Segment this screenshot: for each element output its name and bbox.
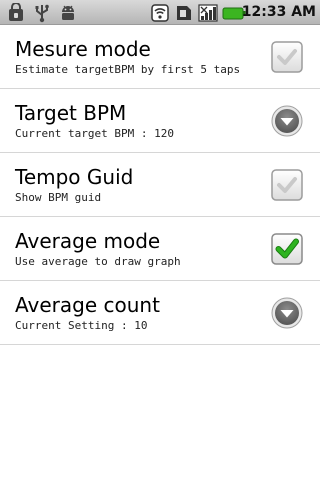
- wifi-icon: [150, 3, 170, 23]
- mesure-mode-checkbox[interactable]: [270, 40, 304, 74]
- setting-title: Average mode: [15, 229, 161, 253]
- setting-summary: Use average to draw graph: [15, 255, 181, 268]
- status-bar: 12:33 AM: [0, 0, 320, 25]
- setting-title: Target BPM: [15, 101, 127, 125]
- setting-tempo-guid[interactable]: Tempo Guid Show BPM guid: [0, 153, 320, 217]
- settings-list: Mesure mode Estimate targetBPM by first …: [0, 25, 320, 345]
- tempo-guid-checkbox[interactable]: [270, 168, 304, 202]
- signal-bars-icon: [198, 3, 218, 23]
- usb-icon: [32, 3, 52, 23]
- status-clock: 12:33 AM: [241, 4, 316, 20]
- android-debug-icon: [58, 3, 78, 23]
- setting-summary: Current Setting : 10: [15, 319, 148, 332]
- setting-title: Tempo Guid: [15, 165, 134, 189]
- setting-title: Average count: [15, 293, 160, 317]
- setting-average-mode[interactable]: Average mode Use average to draw graph: [0, 217, 320, 281]
- sim-card-icon: [174, 3, 194, 23]
- dropdown-arrow-icon[interactable]: [270, 104, 304, 138]
- setting-target-bpm[interactable]: Target BPM Current target BPM : 120: [0, 89, 320, 153]
- setting-title: Mesure mode: [15, 37, 151, 61]
- setting-summary: Current target BPM : 120: [15, 127, 174, 140]
- setting-summary: Estimate targetBPM by first 5 taps: [15, 63, 241, 76]
- lock-bag-icon: [6, 2, 26, 23]
- average-mode-checkbox[interactable]: [270, 232, 304, 266]
- setting-summary: Show BPM guid: [15, 191, 102, 204]
- setting-mesure-mode[interactable]: Mesure mode Estimate targetBPM by first …: [0, 25, 320, 89]
- dropdown-arrow-icon[interactable]: [270, 296, 304, 330]
- setting-average-count[interactable]: Average count Current Setting : 10: [0, 281, 320, 345]
